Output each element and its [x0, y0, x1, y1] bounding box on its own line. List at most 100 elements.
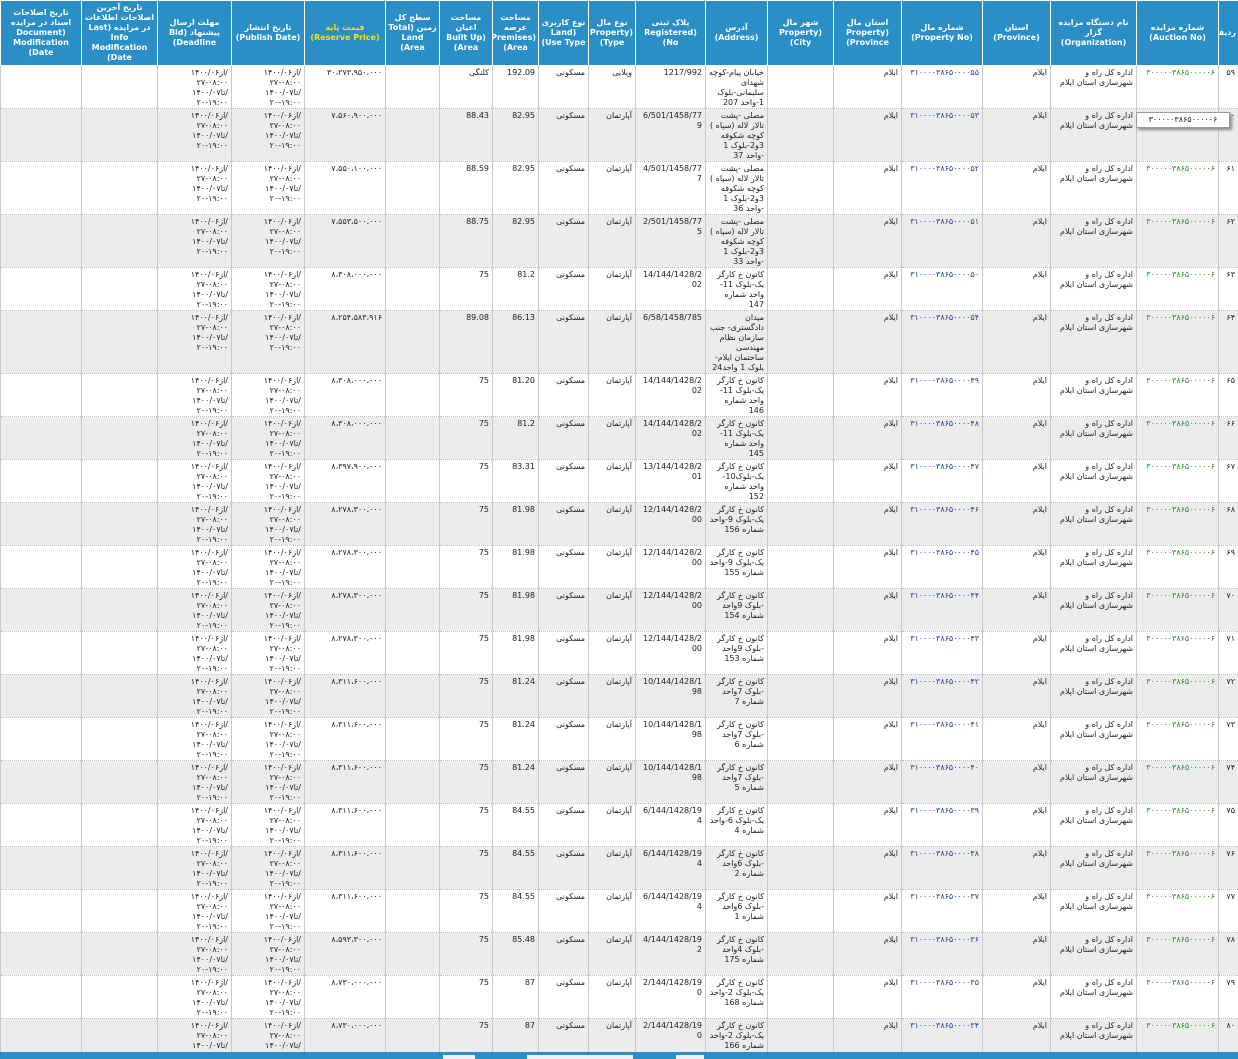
cell-deadline: از۱۴۰۰/۰۶/ ۲۷-۰۸:۰۰ تا۱۴۰۰/۰۷/ ۲۰-۱۹:۰۰ [157, 846, 232, 890]
col-property-city[interactable]: شهر مال (Property City) [767, 0, 834, 66]
cell-property-province: ایلام [833, 975, 902, 1019]
table-row[interactable]: ۶۰۳۰۰۰۰۰۳۸۶۵۰۰۰۰۰۶اداره کل راه و شهرسازی… [0, 108, 1238, 162]
cell-property-type: آپارتمان [588, 803, 636, 847]
col-auction-no[interactable]: شماره مزایده (Auction No) [1136, 0, 1219, 66]
cell-property-number[interactable]: ۳۱۰۰۰۰۳۸۶۵۰۰۰۰۳۵ [901, 975, 983, 1019]
cell-property-number[interactable]: ۳۱۰۰۰۰۳۸۶۵۰۰۰۰۵۰ [901, 267, 983, 311]
cell-info-mod-date [81, 760, 158, 804]
col-reserve-price[interactable]: قیمت پایه (Reserve Price) [304, 0, 386, 66]
cell-auction-number[interactable]: ۳۰۰۰۰۰۳۸۶۵۰۰۰۰۰۶ [1136, 416, 1219, 460]
cell-property-number[interactable]: ۳۱۰۰۰۰۳۸۶۵۰۰۰۰۵۵ [901, 65, 983, 109]
cell-reserve-price: ۸،۳۱۱،۶۰۰،۰۰۰ [304, 760, 386, 804]
table-row[interactable]: ۶۶ ۳۰۰۰۰۰۳۸۶۵۰۰۰۰۰۶ اداره کل راه و شهرسازی… [0, 416, 1238, 460]
cell-registered-number: 12/144/1428/200 [635, 631, 706, 675]
table-row[interactable]: ۷۷ ۳۰۰۰۰۰۳۸۶۵۰۰۰۰۰۶ اداره کل راه و شهرسازی… [0, 889, 1238, 933]
col-property-type[interactable]: نوع مال (Property Type) [588, 0, 636, 66]
cell-property-number[interactable]: ۳۱۰۰۰۰۳۸۶۵۰۰۰۰۴۸ [901, 416, 983, 460]
cell-auction-number[interactable]: ۳۰۰۰۰۰۳۸۶۵۰۰۰۰۰۶ [1136, 803, 1219, 847]
cell-auction-number[interactable]: ۳۰۰۰۰۰۳۸۶۵۰۰۰۰۰۶ [1136, 502, 1219, 546]
col-province[interactable]: استان (Province) [982, 0, 1051, 66]
table-row[interactable]: ۷۸ ۳۰۰۰۰۰۳۸۶۵۰۰۰۰۰۶ اداره کل راه و شهرسازی… [0, 932, 1238, 976]
cell-property-number[interactable]: ۳۱۰۰۰۰۳۸۶۵۰۰۰۰۵۴ [901, 310, 983, 374]
table-row[interactable]: ۷۶ ۳۰۰۰۰۰۳۸۶۵۰۰۰۰۰۶ اداره کل راه و شهرسازی… [0, 846, 1238, 890]
cell-property-number[interactable]: ۳۱۰۰۰۰۳۸۶۵۰۰۰۰۳۶ [901, 932, 983, 976]
cell-auction-number[interactable]: ۳۰۰۰۰۰۳۸۶۵۰۰۰۰۰۶ [1136, 267, 1219, 311]
col-organization[interactable]: نام دستگاه مزایده گزار (Organization) [1050, 0, 1137, 66]
table-row[interactable]: ۶۳ ۳۰۰۰۰۰۳۸۶۵۰۰۰۰۰۶ اداره کل راه و شهرسازی… [0, 267, 1238, 311]
cell-auction-number[interactable]: ۳۰۰۰۰۰۳۸۶۵۰۰۰۰۰۶ [1136, 373, 1219, 417]
table-row[interactable]: ۷۹ ۳۰۰۰۰۰۳۸۶۵۰۰۰۰۰۶ اداره کل راه و شهرسازی… [0, 975, 1238, 1019]
cell-property-number[interactable]: ۳۱۰۰۰۰۳۸۶۵۰۰۰۰۳۷ [901, 889, 983, 933]
table-row[interactable]: ۶۷ ۳۰۰۰۰۰۳۸۶۵۰۰۰۰۰۶ اداره کل راه و شهرسازی… [0, 459, 1238, 503]
table-row[interactable]: ۶۲ ۳۰۰۰۰۰۳۸۶۵۰۰۰۰۰۶ اداره کل راه و شهرسازی… [0, 214, 1238, 268]
table-row[interactable]: ۷۱ ۳۰۰۰۰۰۳۸۶۵۰۰۰۰۰۶ اداره کل راه و شهرسازی… [0, 631, 1238, 675]
cell-land-area [385, 310, 440, 374]
cell-auction-number[interactable]: ۳۰۰۰۰۰۳۸۶۵۰۰۰۰۰۶ [1136, 161, 1219, 215]
col-publish-date[interactable]: تاریخ انتشار (Publish Date) [231, 0, 305, 66]
cell-property-number[interactable]: ۳۱۰۰۰۰۳۸۶۵۰۰۰۰۴۱ [901, 717, 983, 761]
cell-auction-number[interactable]: ۳۰۰۰۰۰۳۸۶۵۰۰۰۰۰۶ [1136, 760, 1219, 804]
cell-address: کانون خ کارگر یک-بلوک 11- واحد شماره 147 [705, 267, 768, 311]
col-deadline[interactable]: مهلت ارسال پیشنهاد (Bid Deadline) [157, 0, 232, 66]
table-row[interactable]: ۶۴ ۳۰۰۰۰۰۳۸۶۵۰۰۰۰۰۶ اداره کل راه و شهرسازی… [0, 310, 1238, 374]
col-built-up-area[interactable]: مساحت اعیان (Built Up Area) [439, 0, 493, 66]
cell-auction-number[interactable]: ۳۰۰۰۰۰۳۸۶۵۰۰۰۰۰۶ [1136, 65, 1219, 109]
table-row[interactable]: ۶۵ ۳۰۰۰۰۰۳۸۶۵۰۰۰۰۰۶ اداره کل راه و شهرسازی… [0, 373, 1238, 417]
cell-auction-number[interactable]: ۳۰۰۰۰۰۳۸۶۵۰۰۰۰۰۶ [1136, 975, 1219, 1019]
table-row[interactable]: ۷۵ ۳۰۰۰۰۰۳۸۶۵۰۰۰۰۰۶ اداره کل راه و شهرسازی… [0, 803, 1238, 847]
cell-land-area [385, 108, 440, 162]
table-row[interactable]: ۷۳ ۳۰۰۰۰۰۳۸۶۵۰۰۰۰۰۶ اداره کل راه و شهرسازی… [0, 717, 1238, 761]
cell-property-number[interactable]: ۳۱۰۰۰۰۳۸۶۵۰۰۰۰۴۶ [901, 502, 983, 546]
table-row[interactable]: ۷۴ ۳۰۰۰۰۰۳۸۶۵۰۰۰۰۰۶ اداره کل راه و شهرسازی… [0, 760, 1238, 804]
cell-auction-number[interactable]: ۳۰۰۰۰۰۳۸۶۵۰۰۰۰۰۶ [1136, 846, 1219, 890]
table-row[interactable]: ۶۹ ۳۰۰۰۰۰۳۸۶۵۰۰۰۰۰۶ اداره کل راه و شهرسازی… [0, 545, 1238, 589]
table-row[interactable]: ۶۱ ۳۰۰۰۰۰۳۸۶۵۰۰۰۰۰۶ اداره کل راه و شهرسازی… [0, 161, 1238, 215]
cell-property-number[interactable]: ۳۱۰۰۰۰۳۸۶۵۰۰۰۰۳۸ [901, 846, 983, 890]
cell-auction-number[interactable]: ۳۰۰۰۰۰۳۸۶۵۰۰۰۰۰۶ [1136, 459, 1219, 503]
cell-property-number[interactable]: ۳۱۰۰۰۰۳۸۶۵۰۰۰۰۴۵ [901, 545, 983, 589]
cell-property-number[interactable]: ۳۱۰۰۰۰۳۸۶۵۰۰۰۰۵۱ [901, 214, 983, 268]
cell-deadline: از۱۴۰۰/۰۶/ ۲۷-۰۸:۰۰ تا۱۴۰۰/۰۷/ ۲۰-۱۹:۰۰ [157, 760, 232, 804]
cell-property-number[interactable]: ۳۱۰۰۰۰۳۸۶۵۰۰۰۰۳۹ [901, 803, 983, 847]
cell-auction-number[interactable]: ۳۰۰۰۰۰۳۸۶۵۰۰۰۰۰۶ [1136, 588, 1219, 632]
cell-auction-number[interactable]: ۳۰۰۰۰۰۳۸۶۵۰۰۰۰۰۶ [1136, 717, 1219, 761]
scroll-thumb-right[interactable] [676, 1055, 704, 1059]
col-doc-mod-date[interactable]: تاریخ اصلاحات اسناد در مزایده (Document … [0, 0, 82, 66]
cell-auction-number[interactable]: ۳۰۰۰۰۰۳۸۶۵۰۰۰۰۰۶ [1136, 545, 1219, 589]
cell-property-number[interactable]: ۳۱۰۰۰۰۳۸۶۵۰۰۰۰۴۷ [901, 459, 983, 503]
cell-property-number[interactable]: ۳۱۰۰۰۰۳۸۶۵۰۰۰۰۴۹ [901, 373, 983, 417]
cell-property-number[interactable]: ۳۱۰۰۰۰۳۸۶۵۰۰۰۰۴۴ [901, 588, 983, 632]
cell-publish-date: از۱۴۰۰/۰۶/ ۲۷-۰۸:۰۰ تا۱۴۰۰/۰۷/ ۲۰-۱۹:۰۰ [231, 65, 305, 109]
cell-auction-number[interactable]: ۳۰۰۰۰۰۳۸۶۵۰۰۰۰۰۶ [1136, 631, 1219, 675]
cell-address: کانون خ کارگر -بلوک 7واحد شماره 7 [705, 674, 768, 718]
table-row[interactable]: ۷۰ ۳۰۰۰۰۰۳۸۶۵۰۰۰۰۰۶ اداره کل راه و شهرسازی… [0, 588, 1238, 632]
cell-property-number[interactable]: ۳۱۰۰۰۰۳۸۶۵۰۰۰۰۴۳ [901, 631, 983, 675]
cell-row-number: ۷۱ [1218, 631, 1238, 675]
cell-property-number[interactable]: ۳۱۰۰۰۰۳۸۶۵۰۰۰۰۵۲ [901, 161, 983, 215]
cell-deadline: از۱۴۰۰/۰۶/ ۲۷-۰۸:۰۰ تا۱۴۰۰/۰۷/ ۲۰-۱۹:۰۰ [157, 459, 232, 503]
cell-auction-number[interactable]: ۳۰۰۰۰۰۳۸۶۵۰۰۰۰۰۶ [1136, 932, 1219, 976]
table-row[interactable]: ۶۸ ۳۰۰۰۰۰۳۸۶۵۰۰۰۰۰۶ اداره کل راه و شهرسازی… [0, 502, 1238, 546]
cell-auction-number[interactable]: ۳۰۰۰۰۰۳۸۶۵۰۰۰۰۰۶ [1136, 889, 1219, 933]
col-land-use[interactable]: نوع کاربری (Land Use Type) [538, 0, 589, 66]
col-row-no[interactable]: ردیف [1218, 0, 1238, 66]
col-address[interactable]: آدرس (Address) [705, 0, 768, 66]
scroll-thumb[interactable] [527, 1055, 633, 1059]
col-land-area[interactable]: سطح کل زمین (Total Land Area) [385, 0, 440, 66]
table-row[interactable]: ۵۹ ۳۰۰۰۰۰۳۸۶۵۰۰۰۰۰۶ اداره کل راه و شهرسازی… [0, 65, 1238, 109]
cell-property-number[interactable]: ۳۱۰۰۰۰۳۸۶۵۰۰۰۰۵۳ [901, 108, 983, 162]
cell-auction-number[interactable]: ۳۰۰۰۰۰۳۸۶۵۰۰۰۰۰۶ [1136, 214, 1219, 268]
cell-doc-mod-date [0, 161, 82, 215]
col-registered-no[interactable]: پلاک ثبتی (Registered No) [635, 0, 706, 66]
cell-auction-number[interactable]: ۳۰۰۰۰۰۳۸۶۵۰۰۰۰۰۶ [1136, 674, 1219, 718]
table-row[interactable]: ۷۲ ۳۰۰۰۰۰۳۸۶۵۰۰۰۰۰۶ اداره کل راه و شهرسازی… [0, 674, 1238, 718]
scroll-thumb-left[interactable] [443, 1055, 475, 1059]
cell-property-number[interactable]: ۳۱۰۰۰۰۳۸۶۵۰۰۰۰۴۰ [901, 760, 983, 804]
col-property-no[interactable]: شماره مال (Property No) [901, 0, 983, 66]
cell-doc-mod-date [0, 310, 82, 374]
col-property-province[interactable]: استان مال (Property Province) [833, 0, 902, 66]
cell-property-number[interactable]: ۳۱۰۰۰۰۳۸۶۵۰۰۰۰۴۲ [901, 674, 983, 718]
col-premises-area[interactable]: مساحت عرصه (Premises Area) [492, 0, 539, 66]
col-info-mod-date[interactable]: تاریخ آخرین اصلاحات اطلاعات در مزایده (L… [81, 0, 158, 66]
cell-auction-number[interactable]: ۳۰۰۰۰۰۳۸۶۵۰۰۰۰۰۶ [1136, 310, 1219, 374]
